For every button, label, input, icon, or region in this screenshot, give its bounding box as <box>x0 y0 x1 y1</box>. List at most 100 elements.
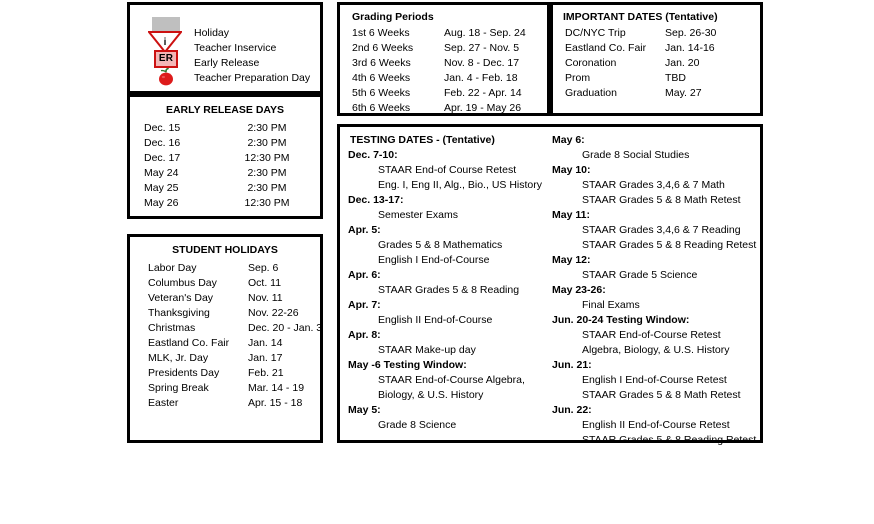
early-release-days-title: EARLY RELEASE DAYS <box>165 104 285 116</box>
testing-date-item: STAAR Grades 5 & 8 Reading Retest <box>582 239 757 251</box>
testing-date-item: STAAR Grades 5 & 8 Math Retest <box>582 194 741 206</box>
early-release-date: Dec. 17 <box>144 152 181 164</box>
important-date-row: DC/NYC Trip Sep. 26-30 <box>553 26 760 41</box>
student-holiday-row: Christmas Dec. 20 - Jan. 3 <box>130 321 322 336</box>
early-release-days-box: EARLY RELEASE DAYS Dec. 15 2:30 PM Dec. … <box>127 94 323 219</box>
student-holiday-name: Veteran's Day <box>148 292 214 304</box>
grading-period-range: Apr. 19 - May 26 <box>444 102 522 114</box>
testing-date-item: Algebra, Biology, & U.S. History <box>582 344 730 356</box>
student-holiday-name: Eastland Co. Fair <box>148 337 230 349</box>
testing-date-item: STAAR Grades 3,4,6 & 7 Math <box>582 179 725 191</box>
testing-date-item: STAAR Grades 5 & 8 Math Retest <box>582 389 741 401</box>
legend-box: i ER Holiday Teacher Inservice Early Rel… <box>127 2 323 94</box>
grading-period-row: 6th 6 Weeks Apr. 19 - May 26 <box>340 101 547 116</box>
testing-date-head: May 10: <box>552 164 591 176</box>
important-date-row: Coronation Jan. 20 <box>553 56 760 71</box>
testing-date-item: English II End-of-Course Retest <box>582 419 730 431</box>
student-holidays-list: Labor Day Sep. 6 Columbus Day Oct. 11 Ve… <box>130 261 322 411</box>
grading-period-range: Aug. 18 - Sep. 24 <box>444 27 526 39</box>
important-date-value: TBD <box>665 72 686 84</box>
important-date-event: Coronation <box>565 57 617 69</box>
student-holiday-row: Presidents Day Feb. 21 <box>130 366 320 381</box>
legend-item-label: Teacher Inservice <box>194 42 277 54</box>
student-holiday-name: Labor Day <box>148 262 197 274</box>
grading-period-name: 3rd 6 Weeks <box>352 57 411 69</box>
student-holiday-name: Easter <box>148 397 179 409</box>
testing-date-item: STAAR End-of Course Retest <box>378 164 517 176</box>
grading-period-name: 5th 6 Weeks <box>352 87 411 99</box>
legend-item-label: Early Release <box>194 57 260 69</box>
legend-label-list: Holiday Teacher Inservice Early Release … <box>130 5 320 91</box>
testing-dates-title: TESTING DATES - (Tentative) <box>350 134 495 146</box>
early-release-time: 12:30 PM <box>244 152 290 164</box>
testing-date-head: Jun. 22: <box>552 404 592 416</box>
grading-period-range: Nov. 8 - Dec. 17 <box>444 57 520 69</box>
student-holiday-date: Feb. 21 <box>248 367 284 379</box>
grading-period-range: Jan. 4 - Feb. 18 <box>444 72 518 84</box>
testing-date-head: Apr. 5: <box>348 224 381 236</box>
legend-item-holiday: Holiday <box>130 26 320 41</box>
student-holidays-title: STUDENT HOLIDAYS <box>172 244 278 256</box>
student-holiday-name: Thanksgiving <box>148 307 210 319</box>
testing-date-item: STAAR Make-up day <box>378 344 476 356</box>
testing-date-item: Final Exams <box>582 299 640 311</box>
student-holidays-box: STUDENT HOLIDAYS Labor Day Sep. 6 Columb… <box>127 234 323 443</box>
testing-date-item: STAAR End-of-Course Algebra, <box>378 374 525 386</box>
early-release-date: Dec. 16 <box>144 137 181 149</box>
grading-period-name: 4th 6 Weeks <box>352 72 411 84</box>
testing-date-head: May 11: <box>552 209 590 221</box>
early-release-date: May 24 <box>144 167 179 179</box>
testing-date-head: Apr. 6: <box>348 269 381 281</box>
student-holiday-row: Spring Break Mar. 14 - 19 <box>130 381 320 396</box>
important-date-value: May. 27 <box>665 87 702 99</box>
testing-date-item: Biology, & U.S. History <box>378 389 484 401</box>
early-release-time: 2:30 PM <box>247 122 287 134</box>
student-holiday-name: Christmas <box>148 322 196 334</box>
testing-date-head: Apr. 7: <box>348 299 381 311</box>
important-dates-box: IMPORTANT DATES (Tentative) DC/NYC Trip … <box>550 2 763 116</box>
grading-period-row: 2nd 6 Weeks Sep. 27 - Nov. 5 <box>340 41 547 56</box>
testing-date-item: English II End-of-Course <box>378 314 493 326</box>
important-dates-list: DC/NYC Trip Sep. 26-30 Eastland Co. Fair… <box>553 26 760 101</box>
early-release-row: Dec. 17 12:30 PM <box>130 151 320 166</box>
student-holiday-date: Nov. 22-26 <box>248 307 299 319</box>
early-release-row: Dec. 16 2:30 PM <box>130 136 320 151</box>
testing-date-head: May 12: <box>552 254 591 266</box>
student-holiday-row: Easter Apr. 15 - 18 <box>130 396 320 411</box>
important-date-value: Sep. 26-30 <box>665 27 717 39</box>
grading-periods-title: Grading Periods <box>352 11 434 23</box>
student-holiday-date: Mar. 14 - 19 <box>248 382 305 394</box>
early-release-time: 2:30 PM <box>247 182 287 194</box>
testing-date-head: May 6: <box>552 134 585 146</box>
testing-date-item: Grades 5 & 8 Mathematics <box>378 239 503 251</box>
important-date-row: Graduation May. 27 <box>553 86 760 101</box>
important-date-event: Eastland Co. Fair <box>565 42 647 54</box>
student-holiday-row: MLK, Jr. Day Jan. 17 <box>130 351 320 366</box>
early-release-row: May 25 2:30 PM <box>130 181 320 196</box>
grading-periods-list: 1st 6 Weeks Aug. 18 - Sep. 24 2nd 6 Week… <box>340 26 547 116</box>
grading-period-name: 1st 6 Weeks <box>352 27 410 39</box>
grading-period-row: 4th 6 Weeks Jan. 4 - Feb. 18 <box>340 71 547 86</box>
testing-date-head: Jun. 20-24 Testing Window: <box>552 314 690 326</box>
testing-date-item: Eng. I, Eng II, Alg., Bio., US History <box>378 179 542 191</box>
testing-date-head: May 5: <box>348 404 381 416</box>
early-release-date: May 26 <box>144 197 179 209</box>
grading-period-row: 5th 6 Weeks Feb. 22 - Apr. 14 <box>340 86 547 101</box>
testing-date-item: STAAR Grade 5 Science <box>582 269 698 281</box>
testing-date-item: English I End-of-Course <box>378 254 490 266</box>
testing-date-head: Jun. 21: <box>552 359 592 371</box>
testing-date-item: Grade 8 Social Studies <box>582 149 690 161</box>
grading-period-range: Sep. 27 - Nov. 5 <box>444 42 520 54</box>
student-holiday-date: Nov. 11 <box>248 292 283 304</box>
early-release-date: May 25 <box>144 182 179 194</box>
important-dates-title: IMPORTANT DATES (Tentative) <box>563 11 718 23</box>
important-date-value: Jan. 14-16 <box>665 42 715 54</box>
student-holiday-row: Labor Day Sep. 6 <box>130 261 320 276</box>
student-holiday-name: Spring Break <box>148 382 209 394</box>
legend-item-teacher-preparation-day: Teacher Preparation Day <box>130 71 320 86</box>
legend-item-early-release: Early Release <box>130 56 320 71</box>
student-holiday-date: Sep. 6 <box>248 262 279 274</box>
student-holiday-date: Oct. 11 <box>248 277 282 289</box>
testing-date-head: Apr. 8: <box>348 329 381 341</box>
testing-dates-right-column: May 6: Grade 8 Social Studies May 10: ST… <box>552 133 758 448</box>
